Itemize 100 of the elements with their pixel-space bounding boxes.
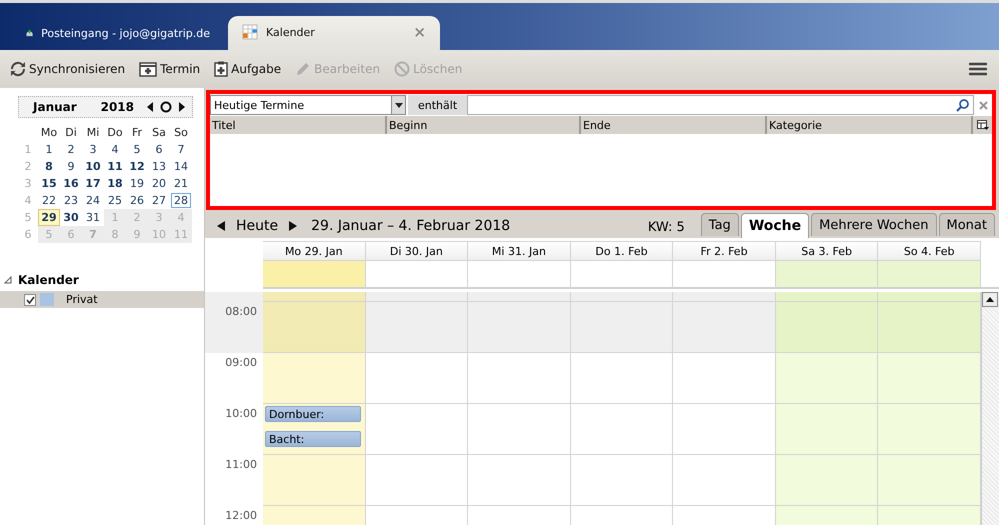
calendar-event[interactable]: Bacht: (265, 431, 361, 447)
calendar-day[interactable]: 19 (126, 175, 148, 192)
time-slot[interactable] (878, 353, 981, 404)
column-picker-button[interactable] (973, 116, 992, 134)
calendar-day[interactable]: 28 (170, 192, 192, 209)
calendar-day[interactable]: 2 (60, 141, 82, 158)
time-slot[interactable] (468, 353, 571, 404)
calendar-day[interactable]: 30 (60, 209, 82, 226)
calendar-day[interactable]: 14 (170, 158, 192, 175)
scroll-up-button[interactable] (982, 292, 998, 307)
calendar-day[interactable]: 11 (104, 158, 126, 175)
view-tab[interactable]: Monat (938, 213, 995, 236)
time-slot[interactable] (776, 302, 878, 353)
calendar-day[interactable]: 8 (38, 158, 60, 175)
calendar-day[interactable]: 29 (38, 209, 60, 226)
day-header: Di 30. Jan (366, 241, 468, 261)
calendar-day[interactable]: 12 (126, 158, 148, 175)
calendar-day[interactable]: 9 (60, 158, 82, 175)
scrollbar[interactable] (980, 292, 999, 525)
column-header[interactable]: Titel (210, 116, 387, 134)
time-slot[interactable] (570, 455, 674, 506)
previous-icon[interactable] (146, 102, 154, 112)
time-slot[interactable] (263, 353, 366, 404)
time-slot[interactable] (468, 404, 571, 455)
tab[interactable]: Posteingang - jojo@gigatrip.de (12, 18, 224, 50)
calendar-day[interactable]: 6 (148, 141, 170, 158)
toolbar-button[interactable]: Termin (139, 59, 200, 79)
time-slot[interactable] (366, 302, 468, 353)
calendar-day[interactable]: 24 (82, 192, 104, 209)
time-slot[interactable] (673, 353, 776, 404)
time-slot[interactable] (570, 292, 674, 302)
column-header[interactable]: Beginn (387, 116, 581, 134)
time-slot[interactable] (468, 302, 571, 353)
calendar-day[interactable]: 17 (82, 175, 104, 192)
time-slot[interactable] (570, 404, 674, 455)
calendar-day[interactable]: 13 (148, 158, 170, 175)
up-arrow-icon (986, 297, 994, 302)
calendar-day[interactable]: 20 (148, 175, 170, 192)
time-slot[interactable] (570, 353, 674, 404)
time-slot[interactable]: Dornbuer: Bacht: (263, 404, 366, 455)
time-slot[interactable] (263, 302, 366, 353)
calendar-day[interactable]: 3 (82, 141, 104, 158)
calendar-day[interactable]: 31 (82, 209, 104, 226)
weekday-label: Do (106, 125, 124, 141)
calendar-day[interactable]: 1 (38, 141, 60, 158)
column-header[interactable]: Kategorie (767, 116, 973, 134)
search-field[interactable] (467, 95, 974, 115)
tab[interactable]: Kalender × (228, 16, 440, 50)
calendar-day[interactable]: 5 (126, 141, 148, 158)
time-slot[interactable] (673, 455, 776, 506)
next-icon[interactable] (178, 102, 186, 112)
column-header[interactable]: Ende (581, 116, 767, 134)
calendar-day[interactable]: 10 (82, 158, 104, 175)
time-slot[interactable] (673, 404, 776, 455)
checkbox[interactable] (24, 294, 36, 306)
calendar-day[interactable]: 18 (104, 175, 126, 192)
menu-button[interactable] (967, 60, 989, 78)
filter-dropdown[interactable]: Heutige Termine (210, 95, 406, 115)
calendar-day[interactable]: 21 (170, 175, 192, 192)
calendar-item[interactable]: Privat (0, 291, 204, 308)
collapse-icon[interactable] (4, 276, 12, 284)
today-button[interactable]: Heute (236, 214, 278, 238)
time-slot[interactable] (468, 455, 571, 506)
today-icon[interactable] (160, 101, 172, 113)
time-slot[interactable] (776, 353, 878, 404)
view-tab[interactable]: Tag (700, 213, 739, 236)
view-tab[interactable]: Mehrere Wochen (811, 213, 937, 236)
day-header: Mi 31. Jan (468, 241, 571, 261)
calendar-day[interactable]: 25 (104, 192, 126, 209)
calendar-day[interactable]: 15 (38, 175, 60, 192)
time-slot[interactable] (776, 404, 878, 455)
time-slot[interactable] (673, 292, 776, 302)
time-slot[interactable] (878, 455, 981, 506)
time-slot[interactable] (366, 353, 468, 404)
week-number: 5 (24, 210, 32, 226)
time-slot[interactable] (366, 455, 468, 506)
toolbar-button[interactable]: Synchronisieren (10, 59, 126, 79)
time-slot[interactable] (263, 455, 366, 506)
sync-icon (10, 61, 26, 77)
view-tab[interactable]: Woche (740, 213, 810, 238)
time-slot[interactable] (468, 292, 571, 302)
time-slot[interactable] (366, 404, 468, 455)
calendar-day[interactable]: 16 (60, 175, 82, 192)
time-label: 11:00 (225, 458, 257, 471)
time-slot[interactable] (776, 292, 878, 302)
calendar-day[interactable]: 22 (38, 192, 60, 209)
calendar-day[interactable]: 26 (126, 192, 148, 209)
time-slot[interactable] (366, 292, 468, 302)
calendar-event[interactable]: Dornbuer: (265, 406, 361, 422)
calendar-day[interactable]: 7 (170, 141, 192, 158)
toolbar-button[interactable]: Aufgabe (214, 59, 282, 79)
calendar-day[interactable]: 23 (60, 192, 82, 209)
calendar-day[interactable]: 4 (104, 141, 126, 158)
time-slot[interactable] (263, 292, 366, 302)
time-slot[interactable] (776, 455, 878, 506)
time-slot[interactable] (673, 302, 776, 353)
time-slot[interactable] (570, 302, 674, 353)
time-slot[interactable] (878, 404, 981, 455)
day-header: Fr 2. Feb (673, 241, 776, 261)
calendar-day[interactable]: 27 (148, 192, 170, 209)
